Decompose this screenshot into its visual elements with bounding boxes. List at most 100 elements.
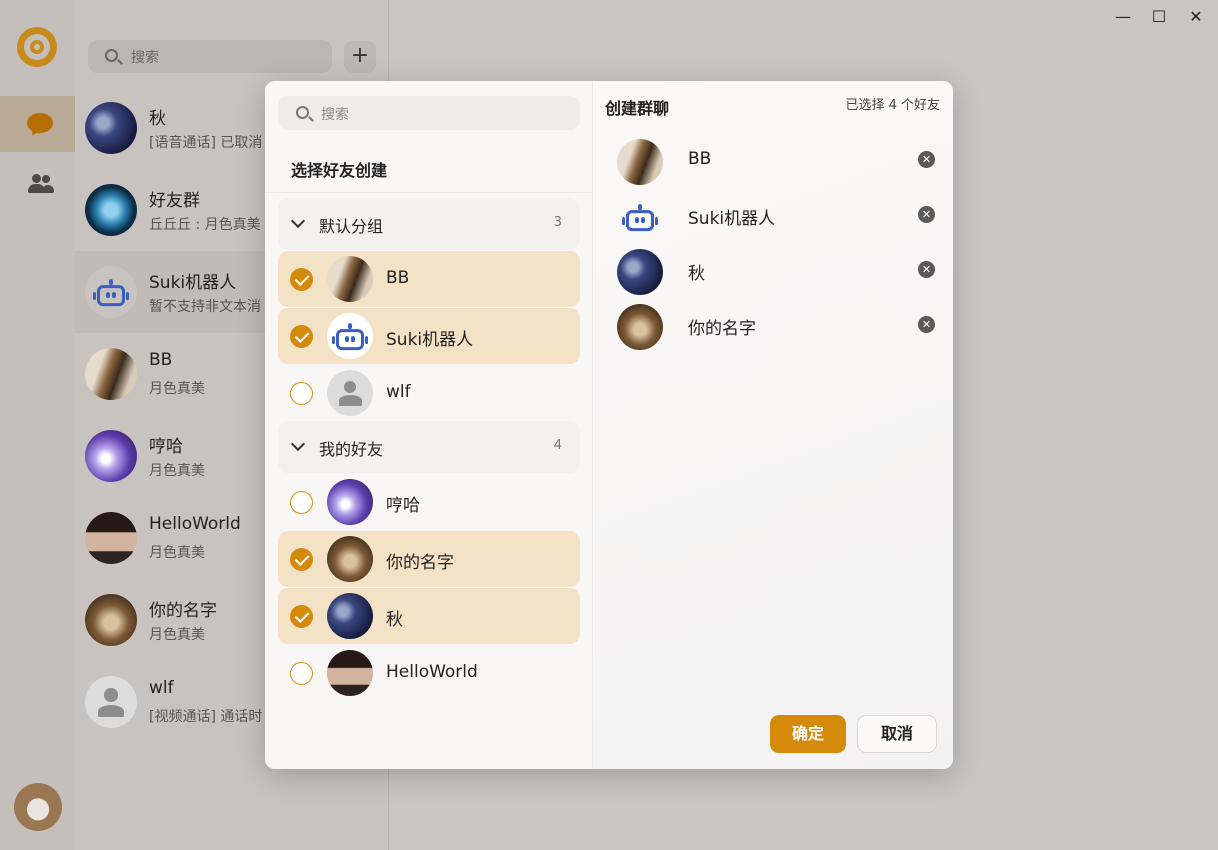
conversation-last-message: [语音通话] 已取消 [149, 135, 263, 151]
conversation-last-message: 月色真美 [149, 627, 205, 643]
my-avatar[interactable] [14, 783, 62, 831]
friend-picker-panel: 搜索 选择好友创建 默认分组 3 BB Suki机器人 wlf 我的好友 4 哼… [265, 81, 593, 769]
avatar [327, 370, 373, 416]
confirm-button[interactable]: 确定 [770, 715, 846, 753]
checkbox[interactable] [290, 605, 313, 628]
robot-icon [622, 204, 658, 232]
search-icon [105, 49, 118, 62]
checkbox[interactable] [290, 325, 313, 348]
create-group-dialog: 搜索 选择好友创建 默认分组 3 BB Suki机器人 wlf 我的好友 4 哼… [265, 81, 953, 769]
avatar [85, 102, 137, 154]
robot-icon [332, 323, 368, 351]
avatar [327, 536, 373, 582]
add-button[interactable]: + [344, 41, 376, 73]
conversation-name: HelloWorld [149, 514, 241, 534]
conversation-last-message: 月色真美 [149, 545, 205, 561]
checkbox[interactable] [290, 491, 313, 514]
group-count: 3 [553, 215, 562, 230]
friend-name: 哼哈 [386, 496, 420, 516]
group-header-my-friends[interactable]: 我的好友 4 [278, 421, 580, 473]
checkbox[interactable] [290, 382, 313, 405]
avatar [327, 313, 373, 359]
maximize-button[interactable]: ☐ [1144, 6, 1174, 28]
conversation-last-message: [视频通话] 通话时 [149, 709, 263, 725]
group-name: 我的好友 [319, 440, 384, 459]
chevron-down-icon [290, 436, 306, 452]
selected-item: BB ✕ [605, 136, 941, 186]
friend-name: 秋 [386, 610, 403, 630]
checkbox[interactable] [290, 548, 313, 571]
checkbox[interactable] [290, 662, 313, 685]
conversation-name: 秋 [149, 109, 166, 129]
conversation-last-message: 月色真美 [149, 463, 205, 479]
contacts-icon[interactable] [28, 174, 54, 194]
remove-icon[interactable]: ✕ [918, 316, 935, 333]
friend-name: HelloWorld [386, 662, 478, 682]
minimize-button[interactable]: — [1108, 6, 1138, 28]
friend-search-input[interactable]: 搜索 [278, 96, 580, 130]
dialog-title: 创建群聊 [605, 99, 670, 118]
avatar [85, 676, 137, 728]
remove-icon[interactable]: ✕ [918, 206, 935, 223]
friend-name: wlf [386, 382, 411, 402]
picker-title: 选择好友创建 [291, 161, 388, 180]
avatar [617, 249, 663, 295]
avatar [85, 184, 137, 236]
avatar [85, 594, 137, 646]
avatar [327, 479, 373, 525]
avatar [85, 266, 137, 318]
avatar [85, 348, 137, 400]
selected-name: 秋 [688, 264, 705, 284]
cancel-button[interactable]: 取消 [857, 715, 937, 753]
friend-row[interactable]: wlf [278, 365, 580, 421]
divider [265, 192, 593, 193]
search-icon [296, 106, 309, 119]
nav-rail [0, 0, 75, 850]
avatar [327, 593, 373, 639]
conversation-last-message: 暂不支持非文本消 [149, 299, 261, 315]
selected-item: Suki机器人 ✕ [605, 191, 941, 241]
remove-icon[interactable]: ✕ [918, 151, 935, 168]
conversation-last-message: 丘丘丘 : 月色真美 [149, 217, 261, 233]
selected-panel: 创建群聊 已选择 4 个好友 BB ✕ Suki机器人 ✕ 秋 ✕ 你的名字 ✕ [593, 81, 953, 769]
conversation-name: 好友群 [149, 191, 200, 211]
chat-bubble-icon [27, 113, 53, 133]
selected-item: 秋 ✕ [605, 246, 941, 296]
friend-name: Suki机器人 [386, 330, 474, 350]
avatar [327, 650, 373, 696]
conversation-name: 哼哈 [149, 437, 183, 457]
close-button[interactable]: ✕ [1181, 6, 1211, 28]
avatar [617, 304, 663, 350]
conversation-last-message: 月色真美 [149, 381, 205, 397]
friend-name: 你的名字 [386, 553, 454, 573]
remove-icon[interactable]: ✕ [918, 261, 935, 278]
conversation-name: BB [149, 350, 173, 370]
friend-row[interactable]: 秋 [278, 588, 580, 644]
nav-chat-tab[interactable] [0, 96, 75, 152]
friend-row[interactable]: 哼哈 [278, 474, 580, 530]
conversation-name: Suki机器人 [149, 273, 237, 293]
friend-row[interactable]: 你的名字 [278, 531, 580, 587]
friend-row[interactable]: BB [278, 251, 580, 307]
selected-count: 已选择 4 个好友 [845, 98, 940, 113]
conversation-search-input[interactable]: 搜索 [88, 40, 332, 73]
avatar [617, 194, 663, 240]
conversation-name: 你的名字 [149, 601, 217, 621]
selected-name: BB [688, 149, 712, 169]
group-header-default[interactable]: 默认分组 3 [278, 198, 580, 250]
conversation-name: wlf [149, 678, 174, 698]
avatar [85, 512, 137, 564]
robot-icon [93, 279, 129, 307]
friend-row[interactable]: HelloWorld [278, 645, 580, 701]
search-placeholder: 搜索 [321, 107, 349, 123]
selected-name: Suki机器人 [688, 209, 776, 229]
avatar [327, 256, 373, 302]
group-name: 默认分组 [319, 217, 384, 236]
search-placeholder: 搜索 [131, 50, 159, 66]
checkbox[interactable] [290, 268, 313, 291]
selected-item: 你的名字 ✕ [605, 301, 941, 351]
friend-name: BB [386, 268, 410, 288]
friend-row[interactable]: Suki机器人 [278, 308, 580, 364]
group-count: 4 [553, 438, 562, 453]
selected-name: 你的名字 [688, 319, 756, 339]
